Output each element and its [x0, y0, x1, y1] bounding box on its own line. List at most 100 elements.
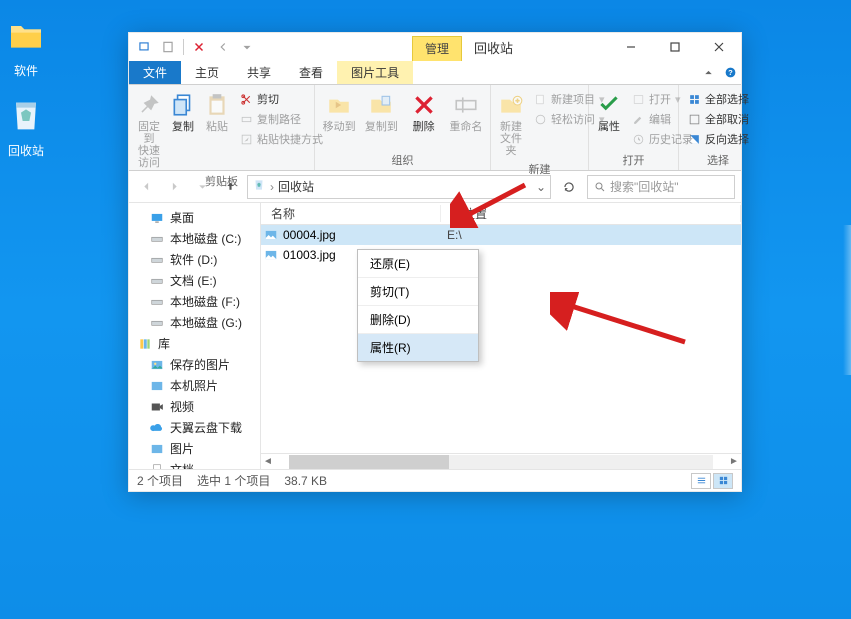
- cut-button[interactable]: 剪切: [237, 90, 325, 108]
- close-button[interactable]: [697, 33, 741, 61]
- tree-item-documents[interactable]: 文档: [129, 459, 260, 469]
- nav-forward-button[interactable]: [163, 176, 185, 198]
- address-location: 回收站: [278, 178, 314, 195]
- drive-icon: [149, 252, 165, 268]
- scroll-thumb[interactable]: [289, 455, 449, 469]
- history-icon: [631, 132, 645, 146]
- tree-item-drive-d[interactable]: 软件 (D:): [129, 249, 260, 270]
- new-item-icon: [533, 92, 547, 106]
- nav-recent-button[interactable]: [191, 176, 213, 198]
- open-button[interactable]: 打开▾: [629, 90, 695, 108]
- tab-picture-tools[interactable]: 图片工具: [337, 61, 413, 84]
- scroll-left-icon[interactable]: ◄: [261, 456, 275, 467]
- title-bar: 管理 回收站: [129, 33, 741, 61]
- ribbon-collapse-icon[interactable]: [697, 61, 719, 84]
- scroll-track[interactable]: [289, 455, 713, 469]
- app-icon[interactable]: [135, 38, 153, 56]
- tree-item-libraries[interactable]: 库: [129, 333, 260, 354]
- qat-delete-icon[interactable]: [190, 38, 208, 56]
- move-to-button[interactable]: 移动到: [321, 89, 357, 133]
- pin-icon: [135, 91, 163, 119]
- maximize-button[interactable]: [653, 33, 697, 61]
- file-list[interactable]: 00004.jpg E:\ 01003.jpg 还原(E) 剪切(T) 删除(D…: [261, 225, 741, 453]
- view-details-button[interactable]: [691, 473, 711, 489]
- tree-item-drive-g[interactable]: 本地磁盘 (G:): [129, 312, 260, 333]
- minimize-button[interactable]: [609, 33, 653, 61]
- delete-button[interactable]: 删除: [406, 89, 442, 133]
- easy-access-button[interactable]: 轻松访问▾: [531, 110, 607, 128]
- chevron-down-icon[interactable]: ⌄: [536, 180, 546, 194]
- context-menu-cut[interactable]: 剪切(T): [358, 278, 478, 306]
- tree-item-drive-c[interactable]: 本地磁盘 (C:): [129, 228, 260, 249]
- refresh-button[interactable]: [557, 175, 581, 199]
- nav-up-button[interactable]: [219, 176, 241, 198]
- column-original-location[interactable]: 原位置: [441, 205, 741, 222]
- navigation-pane[interactable]: 桌面 本地磁盘 (C:) 软件 (D:) 文档 (E:) 本地磁盘 (F:) 本…: [129, 203, 261, 469]
- pin-quick-access-button[interactable]: 固定到 快速访问: [135, 89, 163, 169]
- qat-customize-icon[interactable]: [238, 38, 256, 56]
- picture-icon: [149, 441, 165, 457]
- paste-button[interactable]: 粘贴: [203, 89, 231, 133]
- history-button[interactable]: 历史记录: [629, 130, 695, 148]
- tab-share[interactable]: 共享: [233, 61, 285, 84]
- contextual-tab-manage[interactable]: 管理: [412, 36, 462, 61]
- new-item-button[interactable]: 新建项目▾: [531, 90, 607, 108]
- context-menu-restore[interactable]: 还原(E): [358, 250, 478, 278]
- file-row[interactable]: 01003.jpg: [261, 245, 741, 265]
- context-menu-delete[interactable]: 删除(D): [358, 306, 478, 334]
- tree-item-desktop[interactable]: 桌面: [129, 207, 260, 228]
- open-icon: [631, 92, 645, 106]
- context-menu: 还原(E) 剪切(T) 删除(D) 属性(R): [357, 249, 479, 362]
- search-placeholder: 搜索"回收站": [610, 178, 679, 195]
- desktop-icon-software[interactable]: 软件: [0, 14, 56, 79]
- context-menu-properties[interactable]: 属性(R): [358, 334, 478, 361]
- tree-item-videos[interactable]: 视频: [129, 396, 260, 417]
- qat-properties-icon[interactable]: [159, 38, 177, 56]
- file-original-location: E:\: [441, 228, 741, 242]
- edit-button[interactable]: 编辑: [629, 110, 695, 128]
- ribbon-group-label: 组织: [315, 152, 490, 170]
- view-large-icons-button[interactable]: [713, 473, 733, 489]
- tree-item-pictures[interactable]: 图片: [129, 438, 260, 459]
- column-name[interactable]: 名称: [261, 205, 441, 222]
- tree-item-drive-f[interactable]: 本地磁盘 (F:): [129, 291, 260, 312]
- ribbon-group-label: 选择: [679, 152, 757, 170]
- drive-icon: [149, 294, 165, 310]
- path-icon: [239, 112, 253, 126]
- copy-path-button[interactable]: 复制路径: [237, 110, 325, 128]
- rename-button[interactable]: 重命名: [448, 89, 484, 133]
- tab-file[interactable]: 文件: [129, 61, 181, 84]
- copy-button[interactable]: 复制: [169, 89, 197, 133]
- search-input[interactable]: 搜索"回收站": [587, 175, 735, 199]
- qat-undo-icon[interactable]: [214, 38, 232, 56]
- contextual-tab-strip: 管理: [412, 33, 462, 61]
- recycle-bin-icon: [252, 178, 266, 195]
- address-bar[interactable]: › 回收站 ⌄: [247, 175, 551, 199]
- cloud-icon: [149, 420, 165, 436]
- quick-access-toolbar: [129, 33, 262, 61]
- scroll-right-icon[interactable]: ►: [727, 456, 741, 467]
- drive-icon: [149, 231, 165, 247]
- nav-back-button[interactable]: [135, 176, 157, 198]
- tree-item-drive-e[interactable]: 文档 (E:): [129, 270, 260, 291]
- help-icon[interactable]: ?: [719, 61, 741, 84]
- tab-view[interactable]: 查看: [285, 61, 337, 84]
- column-headers[interactable]: 名称 原位置: [261, 203, 741, 225]
- copy-to-button[interactable]: 复制到: [363, 89, 399, 133]
- picture-icon: [149, 378, 165, 394]
- horizontal-scrollbar[interactable]: ◄ ►: [261, 453, 741, 469]
- drive-icon: [149, 315, 165, 331]
- tree-item-saved-pictures[interactable]: 保存的图片: [129, 354, 260, 375]
- tree-item-tianyi-download[interactable]: 天翼云盘下载: [129, 417, 260, 438]
- library-icon: [137, 336, 153, 352]
- move-icon: [325, 91, 353, 119]
- file-row[interactable]: 00004.jpg E:\: [261, 225, 741, 245]
- tree-item-camera-roll[interactable]: 本机照片: [129, 375, 260, 396]
- tab-home[interactable]: 主页: [181, 61, 233, 84]
- picture-icon: [149, 357, 165, 373]
- desktop-icon-recycle-bin[interactable]: 回收站: [0, 94, 56, 159]
- rename-icon: [452, 91, 480, 119]
- paste-shortcut-button[interactable]: 粘贴快捷方式: [237, 130, 325, 148]
- new-folder-button[interactable]: 新建 文件夹: [497, 89, 525, 157]
- image-file-icon: [261, 228, 281, 242]
